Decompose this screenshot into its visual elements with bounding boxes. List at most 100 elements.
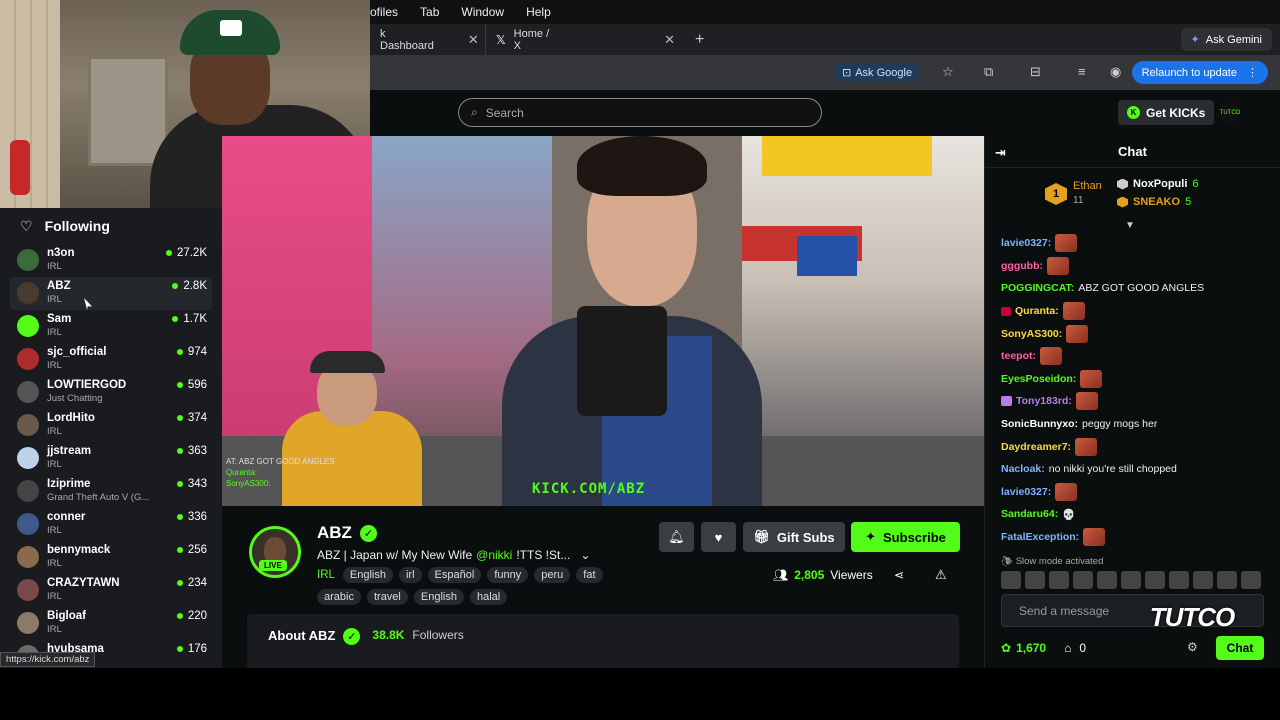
gift-subs-button[interactable]: 🎁︎ Gift Subs xyxy=(743,522,845,552)
chat-username[interactable]: lavie0327: xyxy=(1001,237,1051,249)
viewer-count: 363 xyxy=(176,445,207,457)
relaunch-button[interactable]: Relaunch to update ⋮ xyxy=(1131,61,1268,84)
leader-name[interactable]: Ethan xyxy=(1073,180,1102,192)
title-mention[interactable]: @nikki xyxy=(476,548,512,562)
chat-username[interactable]: FatalException: xyxy=(1001,531,1079,543)
sidebar-item-conner[interactable]: conner IRL 336 xyxy=(0,508,222,541)
webcam-wall xyxy=(0,0,60,208)
tag[interactable]: Español xyxy=(427,567,482,583)
search-input[interactable]: ⌕ Search xyxy=(458,98,822,127)
bookmark-star-icon[interactable]: ☆ xyxy=(942,64,954,80)
ask-gemini-button[interactable]: ✦ Ask Gemini xyxy=(1180,28,1272,51)
extensions-icon[interactable]: ⧉ xyxy=(984,64,993,80)
x-logo-icon: 𝕏 xyxy=(496,32,506,47)
user-avatar[interactable]: TUTCO xyxy=(1220,103,1240,123)
sidebar-item-iziprime[interactable]: Iziprime Grand Theft Auto V (G... 343 xyxy=(0,475,222,508)
report-warning-icon[interactable]: ⚠ xyxy=(935,567,947,583)
channel-name: jjstream xyxy=(47,445,92,457)
menu-tab[interactable]: Tab xyxy=(420,5,439,19)
tab-search-icon[interactable]: ⊟ xyxy=(1030,64,1041,80)
sidebar-item-bigloaf[interactable]: Bigloaf IRL 220 xyxy=(0,607,222,640)
quick-emote[interactable] xyxy=(1121,571,1141,589)
tab-dashboard[interactable]: k Dashboard ✕ xyxy=(370,24,485,55)
video-player[interactable]: AT: ABZ GOT GOOD ANGLES Quranta: SonyAS3… xyxy=(222,136,984,506)
sidebar-item-sam[interactable]: Sam IRL 1.7K xyxy=(0,310,222,343)
sidebar-item-bennymack[interactable]: bennymack IRL 256 xyxy=(0,541,222,574)
send-chat-button[interactable]: Chat xyxy=(1216,636,1264,660)
quick-emote[interactable] xyxy=(1049,571,1069,589)
follow-button[interactable]: ♥ xyxy=(701,522,736,552)
chat-username[interactable]: SonicBunnyxo: xyxy=(1001,418,1078,430)
live-dot-icon xyxy=(172,316,179,322)
share-icon[interactable]: ⋖ xyxy=(894,568,904,582)
sidebar-item-lowtiergod[interactable]: LOWTIERGOD Just Chatting 596 xyxy=(0,376,222,409)
tab-home-x[interactable]: 𝕏 Home / X ✕ xyxy=(485,24,685,55)
menu-profiles[interactable]: ofiles xyxy=(370,5,398,19)
close-tab-icon[interactable]: ✕ xyxy=(468,32,479,48)
chat-username[interactable]: Nacloak: xyxy=(1001,463,1045,475)
tag[interactable]: fat xyxy=(576,567,603,583)
chat-username[interactable]: Tony183rd: xyxy=(1016,395,1072,407)
sidebar-item-n3on[interactable]: n3on IRL 27.2K xyxy=(0,244,222,277)
tag[interactable]: irl xyxy=(398,567,422,583)
chat-username[interactable]: SonyAS300: xyxy=(1001,328,1062,340)
media-icon[interactable]: ≡ xyxy=(1078,64,1086,79)
viewer-count-value: 2.8K xyxy=(183,280,207,292)
chat-username[interactable]: Quranta: xyxy=(1015,305,1059,317)
store-button[interactable]: ⌂ 0 xyxy=(1064,641,1086,655)
quick-emote[interactable] xyxy=(1145,571,1165,589)
quick-emote[interactable] xyxy=(1241,571,1261,589)
quick-emote[interactable] xyxy=(1073,571,1093,589)
tag[interactable]: English xyxy=(413,589,464,605)
sidebar-item-jjstream[interactable]: jjstream IRL 363 xyxy=(0,442,222,475)
notification-bell-button[interactable]: 🔔︎ xyxy=(659,522,694,552)
heart-icon: ♥ xyxy=(714,529,723,545)
profile-avatar-icon[interactable]: ◉ xyxy=(1110,64,1121,80)
sidebar-item-lordhito[interactable]: LordHito IRL 374 xyxy=(0,409,222,442)
tag[interactable]: arabic xyxy=(317,589,361,605)
leader-name[interactable]: NoxPopuli xyxy=(1133,178,1187,190)
category-link[interactable]: IRL xyxy=(317,569,335,581)
tag[interactable]: English xyxy=(342,567,393,583)
new-tab-icon[interactable]: + xyxy=(695,31,704,49)
sidebar-item-crazytawn[interactable]: CRAZYTAWN IRL 234 xyxy=(0,574,222,607)
chat-username[interactable]: lavie0327: xyxy=(1001,486,1051,498)
close-tab-icon[interactable]: ✕ xyxy=(664,32,675,48)
ask-google-button[interactable]: ⊡ Ask Google xyxy=(834,63,921,82)
chat-header: ⇥ Chat xyxy=(985,136,1280,168)
tag[interactable]: halal xyxy=(469,589,508,605)
tag[interactable]: travel xyxy=(366,589,408,605)
sidebar-item-sjc_official[interactable]: sjc_official IRL 974 xyxy=(0,343,222,376)
chat-username[interactable]: gggubb: xyxy=(1001,260,1043,272)
expand-pinned-icon[interactable]: ▼ xyxy=(1125,220,1135,231)
chevron-down-icon[interactable]: ⌄ xyxy=(580,548,590,562)
channel-category: IRL xyxy=(47,294,62,305)
gear-icon[interactable]: ⚙ xyxy=(1187,640,1198,654)
leader-name[interactable]: SNEAKO xyxy=(1133,196,1180,208)
collapse-chat-icon[interactable]: ⇥ xyxy=(995,145,1006,161)
get-kicks-button[interactable]: K Get KICKs xyxy=(1118,100,1215,125)
chat-message: Nacloak: no nikki you're still chopped xyxy=(1001,458,1271,481)
kicks-balance[interactable]: ✿ 1,670 xyxy=(1001,641,1046,655)
menu-window[interactable]: Window xyxy=(461,5,504,19)
menu-help[interactable]: Help xyxy=(526,5,551,19)
quick-emote[interactable] xyxy=(1217,571,1237,589)
chat-username[interactable]: Daydreamer7: xyxy=(1001,441,1071,453)
chat-username[interactable]: Sandaru64: xyxy=(1001,508,1058,520)
quick-emote[interactable] xyxy=(1169,571,1189,589)
subscribe-button[interactable]: ✦ Subscribe xyxy=(851,522,960,552)
avatar-label: TUTCO xyxy=(1219,110,1241,116)
quick-emote[interactable] xyxy=(1097,571,1117,589)
sidebar-item-abz[interactable]: ABZ IRL 2.8K xyxy=(10,277,212,310)
quick-emote[interactable] xyxy=(1025,571,1045,589)
chat-username[interactable]: POGGINGCAT: xyxy=(1001,282,1074,294)
chat-username[interactable]: EyesPoseidon: xyxy=(1001,373,1076,385)
quick-emote[interactable] xyxy=(1193,571,1213,589)
quick-emote[interactable] xyxy=(1001,571,1021,589)
tag[interactable]: funny xyxy=(487,567,529,583)
tag[interactable]: peru xyxy=(534,567,571,583)
viewer-count: 👥︎ 2,805 Viewers xyxy=(773,568,873,582)
chat-username[interactable]: teepot: xyxy=(1001,350,1036,362)
viewer-count-value: 234 xyxy=(187,577,207,589)
streamer-name[interactable]: ABZ xyxy=(317,523,352,543)
